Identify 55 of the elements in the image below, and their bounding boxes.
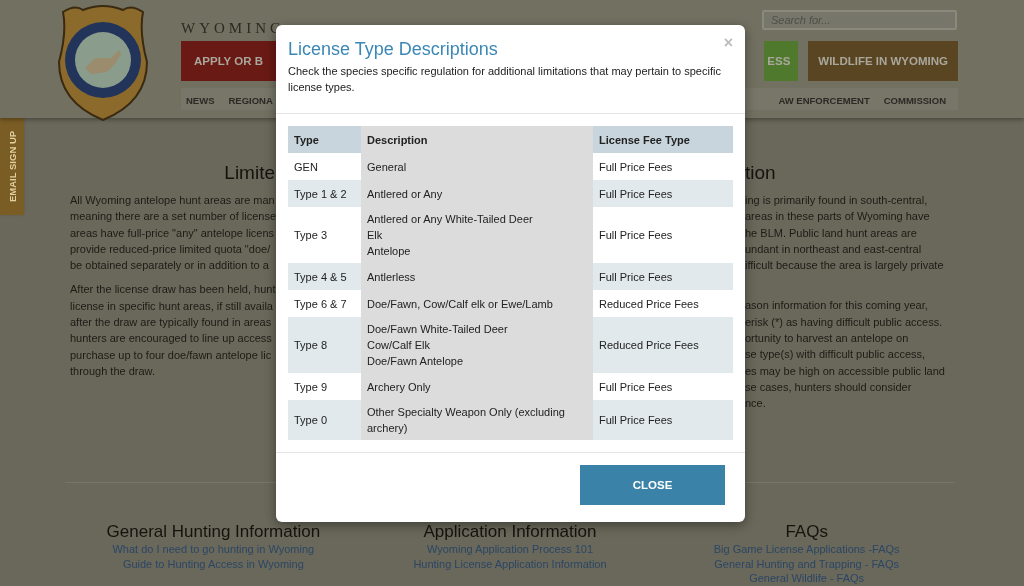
table-cell: Reduced Price Fees bbox=[593, 317, 733, 373]
footer-heading: Application Information bbox=[423, 523, 597, 541]
paragraph: ing is primarily found in south-central, areas in these parts of Wyoming have he BLM. Public land hunt areas are undant in northeast and east-central ifficult because the area is largely private bbox=[745, 193, 945, 274]
nav-button[interactable]: APPLY OR B bbox=[181, 41, 276, 81]
nav-button[interactable]: ESS bbox=[764, 41, 799, 81]
paragraph: All Wyoming antelope hunt areas are man meaning there are a set number of license areas have full-price "any" antelope licens provide reduced-price limited quota "doe/ be obtained separately or in addition to a bbox=[70, 193, 275, 274]
section-heading: Limite bbox=[223, 162, 275, 185]
table-cell: Other Specialty Weapon Only (excluding archery) bbox=[361, 400, 593, 440]
table-cell: Type 4 & 5 bbox=[288, 263, 361, 290]
footer-link[interactable]: General Wildlife - FAQs bbox=[749, 571, 865, 586]
email-signup-tab[interactable]: EMAIL SIGN UP bbox=[0, 118, 24, 215]
subnav-link[interactable]: NEWS bbox=[186, 95, 215, 106]
footer-link[interactable]: Wyoming Application Process 101 bbox=[426, 542, 594, 557]
footer-link[interactable]: General Hunting and Trapping - FAQs bbox=[714, 556, 899, 571]
site-title: WYOMING bbox=[181, 20, 285, 37]
footer-link[interactable]: Hunting License Application Information bbox=[413, 556, 607, 571]
table-cell: Archery Only bbox=[361, 373, 593, 400]
subnav-link[interactable]: COMMISSION bbox=[883, 95, 946, 106]
column-header: License Fee Type bbox=[593, 126, 733, 153]
footer-heading: General Hunting Information bbox=[106, 523, 321, 541]
table-cell: Antlered or Any bbox=[361, 180, 593, 207]
table-cell: Full Price Fees bbox=[593, 153, 733, 180]
close-button[interactable]: CLOSE bbox=[580, 465, 725, 505]
nav-button[interactable]: WILDLIFE IN WYOMING bbox=[808, 41, 958, 81]
subnav-link[interactable]: AW ENFORCEMENT bbox=[778, 95, 870, 106]
table-cell: Type 1 & 2 bbox=[288, 180, 361, 207]
column-header: Description bbox=[361, 126, 593, 153]
table-cell: Type 3 bbox=[288, 207, 361, 263]
modal-subtitle: Check the species specific regulation for additional limitations that may pertain to specific license types. bbox=[288, 64, 722, 95]
table-cell: Antlered or Any White-Tailed Deer Elk Antelope bbox=[361, 207, 593, 263]
footer-link[interactable]: Big Game License Applications -FAQs bbox=[713, 542, 900, 557]
close-button[interactable]: × bbox=[723, 35, 733, 51]
table-cell: Doe/Fawn White-Tailed Deer Cow/Calf Elk Doe/Fawn Antelope bbox=[361, 317, 593, 373]
table-cell: Type 9 bbox=[288, 373, 361, 400]
table-cell: Antlerless bbox=[361, 263, 593, 290]
footer-heading: FAQs bbox=[785, 523, 828, 541]
paragraph: After the license draw has been held, hunt license in specific hunt areas, if still availa after the draw are typically found in areas hunters are encouraged to line up access purchase up to four doe/fawn antelope lic through the draw. bbox=[70, 282, 275, 379]
subnav-link[interactable]: REGIONA bbox=[228, 95, 273, 106]
table-cell: Type 8 bbox=[288, 317, 361, 373]
table-cell: Doe/Fawn, Cow/Calf elk or Ewe/Lamb bbox=[361, 290, 593, 317]
table-cell: Full Price Fees bbox=[593, 263, 733, 290]
paragraph: ason information for this coming year, erisk (*) as having difficult public access. ortunity to harvest an antelope on se type(s) with difficult public access, es may be high on accessible public land se cases, hunters should consider nce. bbox=[745, 298, 945, 412]
table-cell: GEN bbox=[288, 153, 361, 180]
footer-link[interactable]: Guide to Hunting Access in Wyoming bbox=[122, 556, 304, 571]
table-cell: Full Price Fees bbox=[593, 400, 733, 440]
table-cell: Full Price Fees bbox=[593, 373, 733, 400]
table-cell: Type 6 & 7 bbox=[288, 290, 361, 317]
table-cell: General bbox=[361, 153, 593, 180]
section-heading: tion bbox=[745, 162, 777, 185]
column-header: Type bbox=[288, 126, 361, 153]
table-cell: Full Price Fees bbox=[593, 207, 733, 263]
table-cell: Full Price Fees bbox=[593, 180, 733, 207]
table-cell: Reduced Price Fees bbox=[593, 290, 733, 317]
table-cell: Type 0 bbox=[288, 400, 361, 440]
modal-title: License Type Descriptions bbox=[288, 39, 498, 60]
